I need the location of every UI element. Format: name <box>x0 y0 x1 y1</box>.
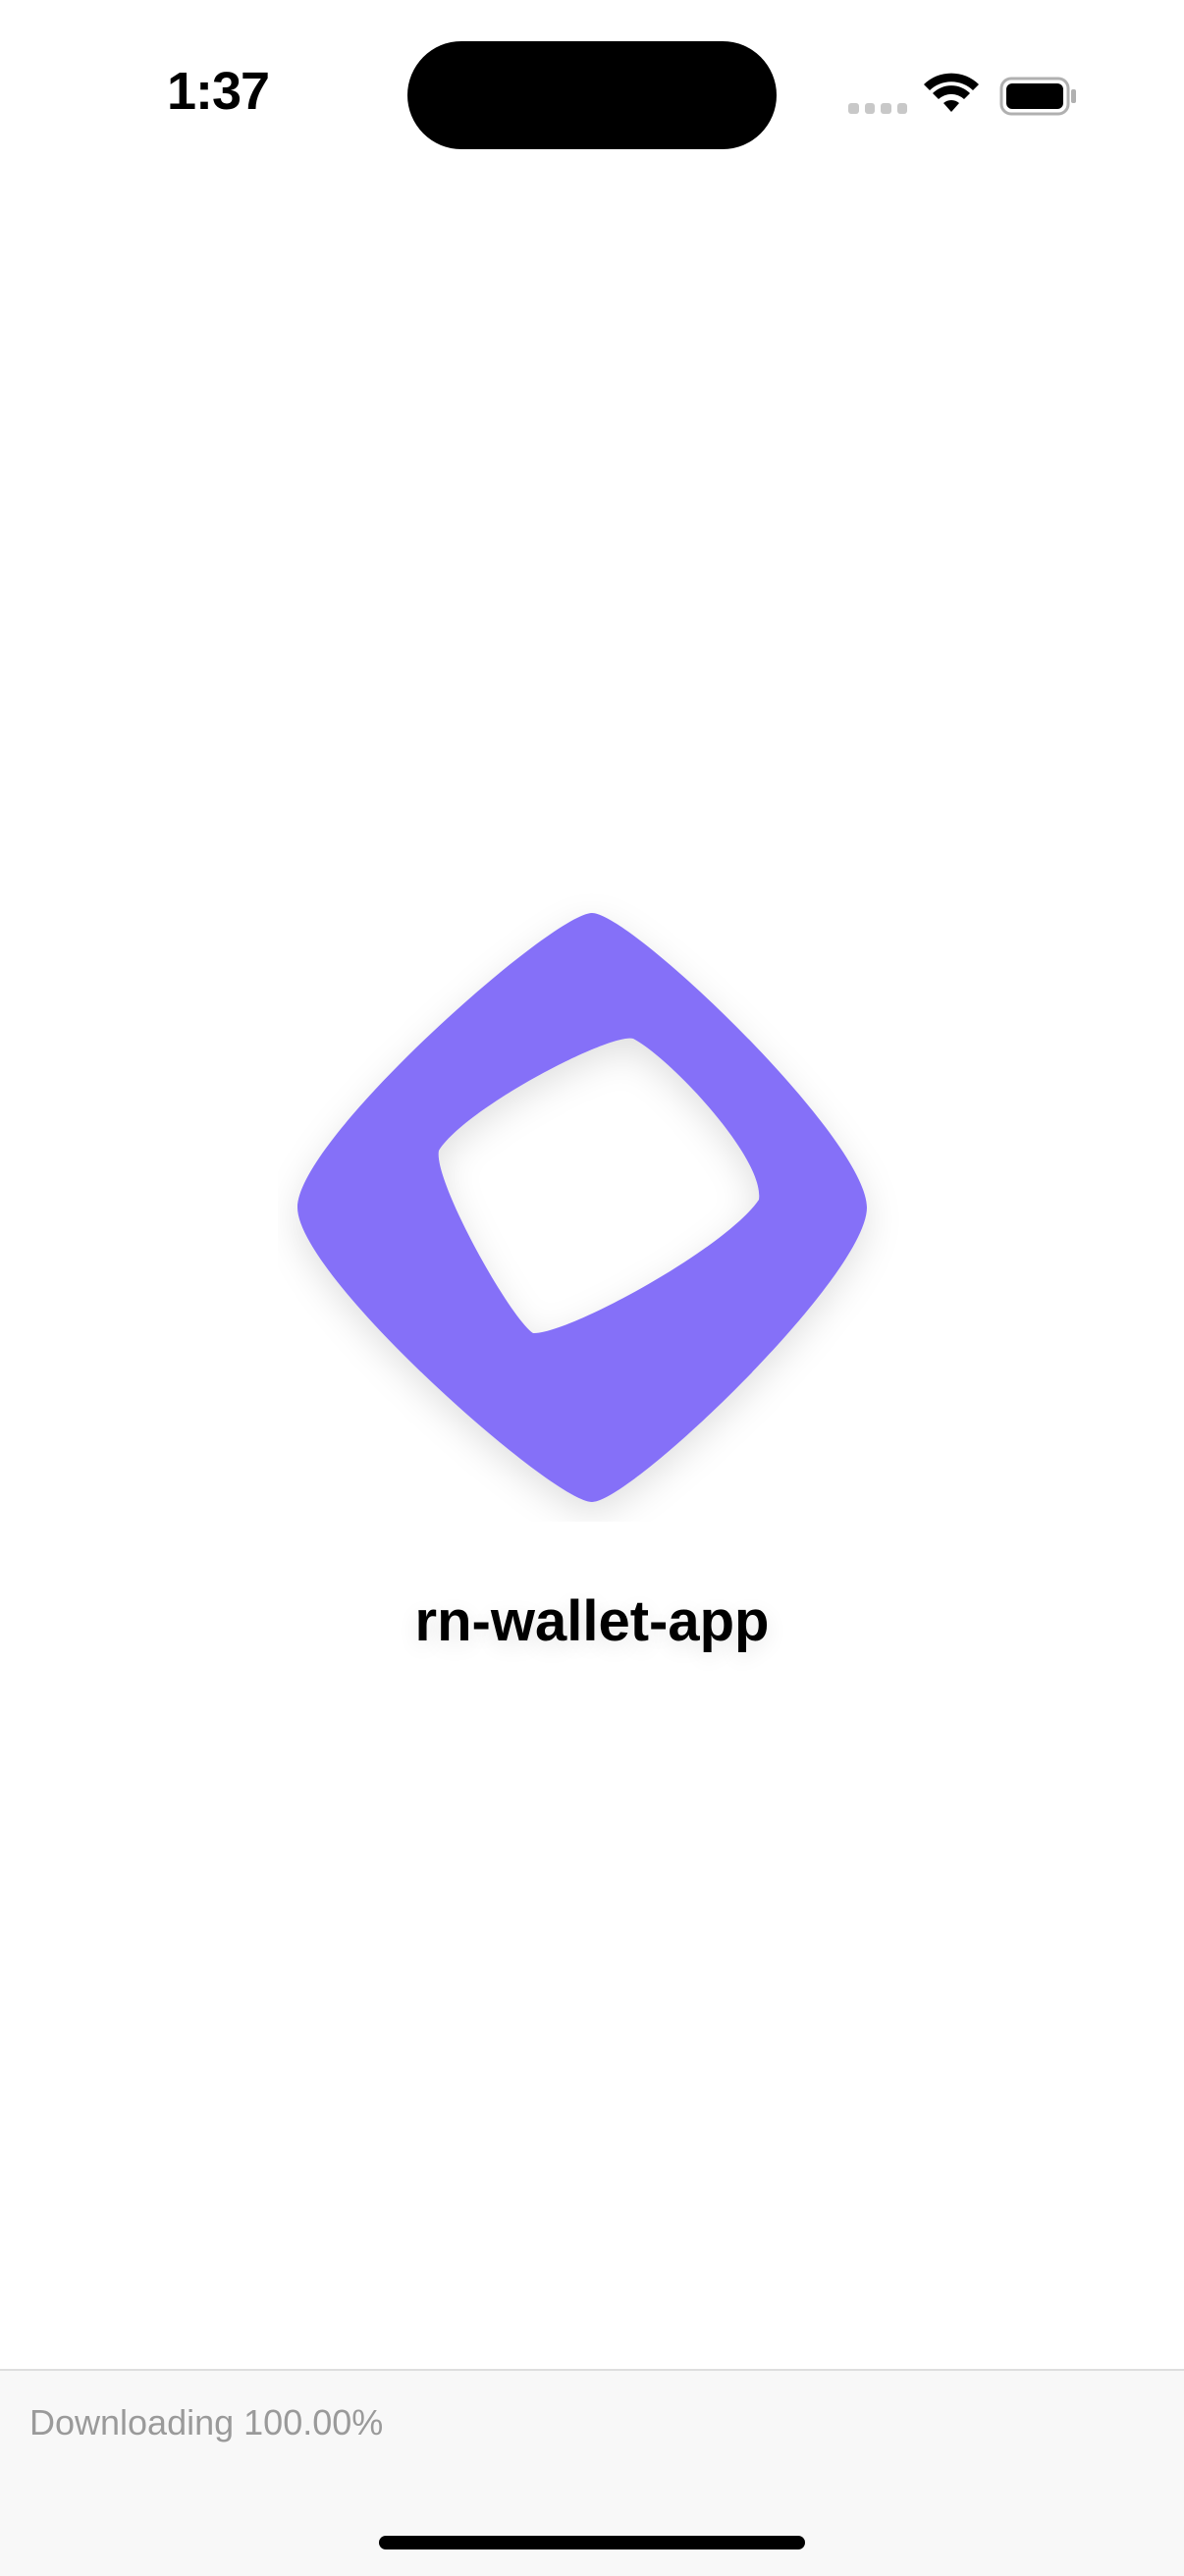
signal-icon <box>848 103 907 115</box>
battery-icon <box>999 77 1076 116</box>
wifi-icon <box>924 73 979 112</box>
app-title: rn-wallet-app <box>414 1589 770 1653</box>
status-bar: 1:37 <box>0 0 1184 187</box>
home-indicator[interactable] <box>379 2536 805 2549</box>
app-logo-icon <box>297 913 867 1502</box>
status-time: 1:37 <box>167 62 270 121</box>
dynamic-island <box>407 41 777 149</box>
download-status-text: Downloading 100.00% <box>29 2402 384 2442</box>
